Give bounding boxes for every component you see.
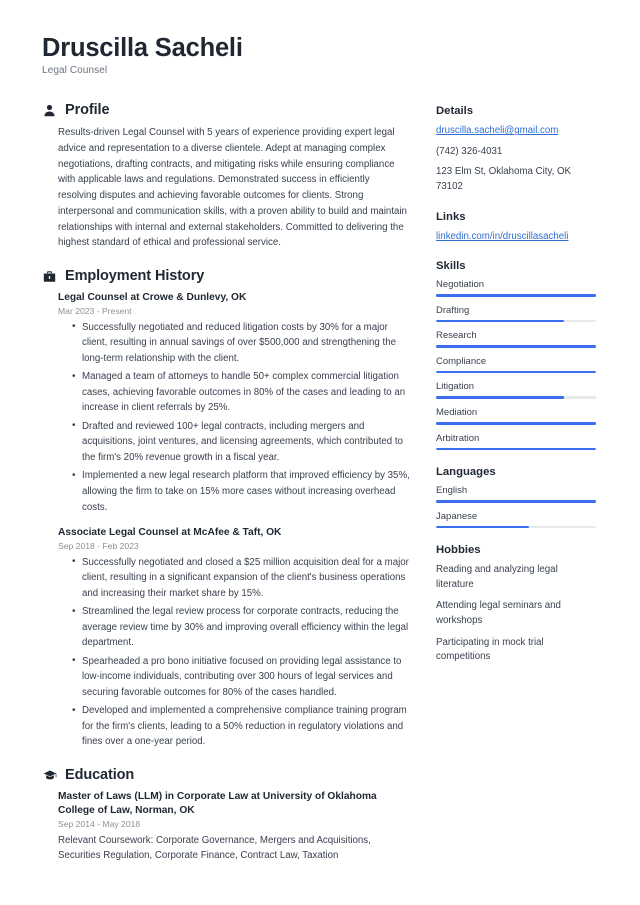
language-item: Japanese bbox=[436, 511, 596, 529]
bullet-item: Drafted and reviewed 100+ legal contract… bbox=[72, 418, 410, 466]
candidate-name: Druscilla Sacheli bbox=[42, 34, 243, 62]
language-fill bbox=[436, 525, 529, 529]
graduation-cap-icon bbox=[42, 767, 57, 782]
resume-header: Druscilla Sacheli Legal Counsel bbox=[42, 34, 598, 76]
education-entry: Master of Laws (LLM) in Corporate Law at… bbox=[58, 790, 410, 864]
employment-entry: Legal Counsel at Crowe & Dunlevy, OK Mar… bbox=[58, 291, 410, 515]
education-entry-coursework: Relevant Coursework: Corporate Governanc… bbox=[58, 834, 371, 862]
section-employment: Employment History Legal Counsel at Crow… bbox=[42, 268, 410, 750]
contact-email-link[interactable]: druscilla.sacheli@gmail.com bbox=[436, 124, 596, 139]
skill-label: Mediation bbox=[436, 407, 478, 419]
skill-track bbox=[436, 447, 596, 451]
hobby-item: Attending legal seminars and workshops bbox=[436, 600, 561, 627]
sidebar-languages: Languages English Japanese bbox=[436, 466, 596, 529]
section-profile-header: Profile bbox=[42, 102, 410, 118]
section-profile: Profile Results-driven Legal Counsel wit… bbox=[42, 102, 410, 251]
skill-track bbox=[436, 319, 596, 323]
sidebar-column: Details druscilla.sacheli@gmail.com (742… bbox=[436, 102, 596, 680]
employment-entry-bullets: Successfully negotiated and closed a $25… bbox=[58, 554, 410, 750]
section-employment-header: Employment History bbox=[42, 268, 410, 284]
skill-label: Research bbox=[436, 330, 477, 342]
employment-entry-date: Mar 2023 - Present bbox=[58, 305, 132, 316]
sidebar-details: Details druscilla.sacheli@gmail.com (742… bbox=[436, 105, 596, 194]
skill-fill bbox=[436, 447, 596, 451]
main-column: Profile Results-driven Legal Counsel wit… bbox=[42, 102, 410, 880]
skill-item: Negotiation bbox=[436, 279, 596, 297]
sidebar-links: Links linkedin.com/in/druscillasacheli bbox=[436, 211, 596, 245]
employment-entry-title: Associate Legal Counsel at McAfee & Taft… bbox=[58, 527, 282, 539]
section-education-header: Education bbox=[42, 767, 410, 783]
resume-page: Druscilla Sacheli Legal Counsel Profile bbox=[0, 0, 640, 905]
candidate-job-title: Legal Counsel bbox=[42, 65, 108, 77]
bullet-item: Implemented a new legal research platfor… bbox=[72, 468, 410, 515]
skill-track bbox=[436, 345, 596, 348]
skill-fill bbox=[436, 422, 596, 425]
bullet-item: Developed and implemented a comprehensiv… bbox=[72, 703, 410, 750]
employment-entry-bullets: Successfully negotiated and reduced liti… bbox=[58, 319, 410, 515]
bullet-item: Streamlined the legal review process for… bbox=[72, 604, 410, 651]
skill-item: Arbitration bbox=[436, 433, 596, 451]
skill-track bbox=[436, 294, 596, 297]
section-education-title: Education bbox=[65, 766, 135, 783]
hobby-item: Participating in mock trial competitions bbox=[436, 636, 544, 663]
employment-entry-title: Legal Counsel at Crowe & Dunlevy, OK bbox=[58, 292, 247, 304]
section-profile-body: Results-driven Legal Counsel with 5 year… bbox=[42, 125, 410, 251]
bullet-item: Managed a team of attorneys to handle 50… bbox=[72, 369, 410, 416]
language-item: English bbox=[436, 485, 596, 503]
skill-item: Drafting bbox=[436, 305, 596, 323]
skill-label: Arbitration bbox=[436, 432, 480, 444]
section-employment-title: Employment History bbox=[65, 268, 205, 285]
hobby-item: Reading and analyzing legal literature bbox=[436, 564, 558, 590]
skill-item: Mediation bbox=[436, 407, 596, 425]
language-track bbox=[436, 500, 596, 503]
linkedin-link[interactable]: linkedin.com/in/druscillasacheli bbox=[436, 230, 596, 245]
bullet-item: Successfully negotiated and reduced liti… bbox=[72, 319, 410, 367]
skill-track bbox=[436, 396, 596, 400]
employment-entry-date: Sep 2018 - Feb 2023 bbox=[58, 540, 139, 551]
sidebar-languages-title: Languages bbox=[436, 466, 496, 479]
skill-track bbox=[436, 370, 596, 374]
language-label: Japanese bbox=[436, 510, 478, 522]
section-education: Education Master of Laws (LLM) in Corpor… bbox=[42, 767, 410, 864]
skill-track bbox=[436, 422, 596, 425]
contact-address: 123 Elm St, Oklahoma City, OK 73102 bbox=[436, 166, 571, 192]
resume-body: Profile Results-driven Legal Counsel wit… bbox=[42, 102, 598, 880]
sidebar-skills: Skills Negotiation Drafting Research Com… bbox=[436, 260, 596, 451]
sidebar-skills-title: Skills bbox=[436, 260, 466, 273]
skill-fill bbox=[436, 396, 564, 400]
language-label: English bbox=[436, 485, 468, 497]
skill-item: Research bbox=[436, 330, 596, 348]
contact-phone: (742) 326-4031 bbox=[436, 145, 503, 157]
education-entry-title: Master of Laws (LLM) in Corporate Law at… bbox=[58, 790, 377, 816]
sidebar-hobbies-title: Hobbies bbox=[436, 544, 481, 557]
skill-fill bbox=[436, 345, 596, 348]
skill-label: Negotiation bbox=[436, 279, 485, 291]
language-track bbox=[436, 525, 596, 529]
section-employment-body: Legal Counsel at Crowe & Dunlevy, OK Mar… bbox=[42, 291, 410, 750]
user-icon bbox=[42, 103, 57, 118]
skill-item: Compliance bbox=[436, 356, 596, 374]
skill-fill bbox=[436, 370, 596, 374]
employment-entry: Associate Legal Counsel at McAfee & Taft… bbox=[58, 526, 410, 750]
profile-text: Results-driven Legal Counsel with 5 year… bbox=[58, 127, 407, 249]
bullet-item: Spearheaded a pro bono initiative focuse… bbox=[72, 653, 410, 701]
language-fill bbox=[436, 500, 596, 503]
bullet-item: Successfully negotiated and closed a $25… bbox=[72, 554, 410, 602]
skill-fill bbox=[436, 294, 596, 297]
sidebar-links-title: Links bbox=[436, 210, 466, 223]
section-profile-title: Profile bbox=[65, 102, 110, 119]
skill-label: Drafting bbox=[436, 304, 470, 316]
skill-fill bbox=[436, 319, 564, 323]
sidebar-details-title: Details bbox=[436, 105, 474, 118]
education-entry-date: Sep 2014 - May 2018 bbox=[58, 818, 141, 829]
skill-label: Litigation bbox=[436, 381, 475, 393]
briefcase-icon bbox=[42, 269, 57, 284]
section-education-body: Master of Laws (LLM) in Corporate Law at… bbox=[42, 790, 410, 864]
skill-item: Litigation bbox=[436, 381, 596, 400]
skill-label: Compliance bbox=[436, 355, 487, 367]
sidebar-hobbies: Hobbies Reading and analyzing legal lite… bbox=[436, 544, 596, 664]
